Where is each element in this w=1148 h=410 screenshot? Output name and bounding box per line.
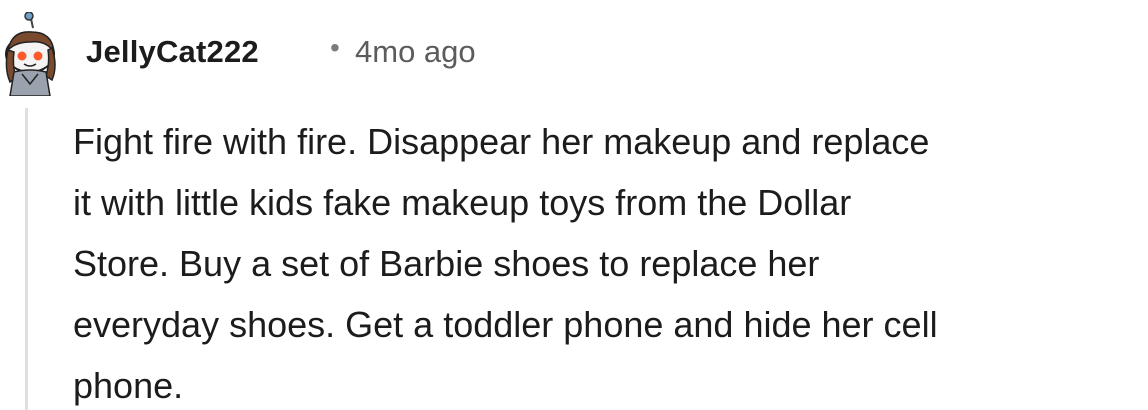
comment-body-line: it with little kids fake makeup toys fro… — [73, 182, 852, 223]
meta-separator: • — [330, 32, 340, 63]
comment-timestamp[interactable]: 4mo ago — [355, 34, 476, 70]
comment-body-line: phone. — [73, 365, 184, 406]
comment-body-line: everyday shoes. Get a toddler phone and … — [73, 304, 938, 345]
username-link[interactable]: JellyCat222 — [86, 34, 259, 70]
thread-collapse-line[interactable] — [25, 108, 28, 410]
snoo-avatar-icon — [5, 11, 56, 97]
comment-body-line: Fight fire with fire. Disappear her make… — [73, 121, 930, 162]
comment-body-line: Store. Buy a set of Barbie shoes to repl… — [73, 243, 820, 284]
comment-body: Fight fire with fire. Disappear her make… — [73, 111, 1133, 410]
avatar[interactable] — [0, 11, 56, 97]
